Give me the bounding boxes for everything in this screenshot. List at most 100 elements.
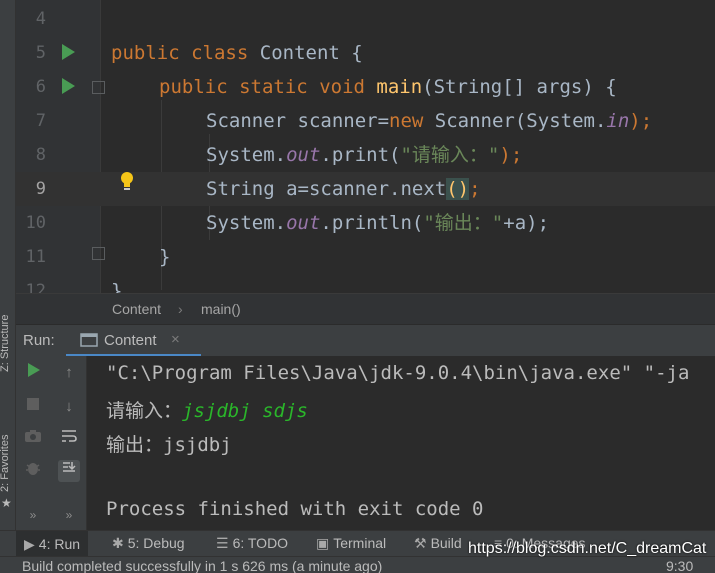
run-panel-label: Run:	[23, 332, 55, 349]
line-number: 5	[35, 43, 46, 63]
code-text: );	[499, 144, 523, 166]
play-icon	[28, 363, 40, 377]
run-tool-label: 4: Run	[38, 536, 81, 552]
keyword: new	[389, 110, 424, 132]
run-class-icon[interactable]	[62, 44, 75, 60]
code-text: ;	[469, 178, 481, 200]
keyword: public	[111, 42, 180, 64]
hammer-icon: ⚒	[414, 535, 427, 551]
line-number: 7	[35, 111, 46, 131]
breadcrumb-separator-icon: ›	[178, 301, 183, 317]
code-text: }	[111, 280, 123, 293]
arrow-up-icon: ↑	[65, 364, 73, 381]
rerun-button[interactable]	[22, 362, 44, 384]
code-text: Scanner scanner=	[206, 110, 390, 132]
code-line-11: 11 }	[16, 240, 715, 274]
bug-icon	[26, 463, 40, 475]
code-text: .print(	[320, 144, 401, 166]
close-icon[interactable]: ×	[171, 331, 180, 348]
keyword: class	[191, 42, 249, 64]
lightbulb-icon[interactable]	[120, 171, 134, 191]
camera-button[interactable]	[22, 428, 44, 450]
run-tab-title: Content	[104, 332, 157, 349]
code-text: System.	[206, 212, 287, 234]
more-actions-button[interactable]: »	[22, 504, 44, 526]
line-number: 9	[35, 179, 46, 199]
code-text: (String[] args) {	[422, 76, 617, 98]
code-text: );	[629, 110, 653, 132]
breadcrumb-method[interactable]: main()	[201, 294, 241, 324]
code-line-10: 10 System.out.println("输出："+a);	[16, 206, 715, 240]
terminal-tool-button[interactable]: ▣ Terminal	[316, 535, 386, 552]
terminal-icon: ▣	[316, 535, 330, 551]
favorites-tool-button[interactable]: 2: Favorites	[0, 435, 11, 492]
todo-tool-button[interactable]: ☰ 6: TODO	[216, 535, 288, 552]
list-icon: ☰	[216, 535, 229, 551]
structure-label: Z: Structure	[0, 314, 11, 372]
up-arrow-button[interactable]: ↑	[58, 362, 80, 384]
run-tool-button[interactable]: ▶ 4: Run	[16, 531, 89, 557]
line-number: 10	[25, 213, 46, 233]
debug-tool-label: 5: Debug	[127, 535, 185, 551]
double-chevron-icon: »	[65, 508, 73, 522]
method-call: next	[400, 178, 447, 200]
console-command-line: "C:\Program Files\Java\jdk-9.0.4\bin\jav…	[106, 362, 690, 384]
wrap-icon	[62, 430, 77, 442]
code-text: {	[339, 42, 363, 64]
console-exit-message: Process finished with exit code 0	[106, 498, 484, 520]
watermark-text: https://blog.csdn.net/C_dreamCat	[468, 540, 707, 557]
fold-icon[interactable]	[92, 81, 105, 94]
todo-tool-label: 6: TODO	[232, 535, 289, 551]
run-main-icon[interactable]	[62, 78, 75, 94]
line-number: 8	[35, 145, 46, 165]
console-output-line: 输出：jsjdbj	[106, 434, 232, 456]
method-name: main	[376, 76, 423, 98]
build-tool-label: Build	[430, 535, 462, 551]
static-field: out	[286, 144, 321, 166]
code-text: }	[159, 246, 171, 268]
keyword: public	[159, 76, 228, 98]
scroll-end-icon	[63, 462, 76, 472]
run-tab-content[interactable]: Content ×	[66, 325, 201, 357]
build-tool-button[interactable]: ⚒ Build	[414, 535, 462, 552]
keyword: void	[319, 76, 365, 98]
code-text: System.	[206, 144, 287, 166]
code-line-12: 12 }	[16, 274, 715, 293]
double-chevron-icon: »	[29, 508, 37, 522]
console-output[interactable]: "C:\Program Files\Java\jdk-9.0.4\bin\jav…	[87, 356, 715, 530]
favorites-label: 2: Favorites	[0, 434, 11, 492]
code-text: +a);	[503, 212, 550, 234]
left-tool-strip: Z: Structure 2: Favorites ★	[0, 0, 16, 556]
fold-icon[interactable]	[92, 247, 105, 260]
camera-icon	[25, 430, 41, 442]
down-arrow-button[interactable]: ↓	[58, 396, 80, 418]
debug-tool-button[interactable]: ✱ 5: Debug	[112, 535, 185, 552]
code-line-7: 7 Scanner scanner=new Scanner(System.in)…	[16, 104, 715, 138]
breadcrumb-class[interactable]: Content	[112, 294, 161, 324]
run-toolbar: ↑ ↓ » »	[16, 356, 87, 530]
keyword: static	[239, 76, 308, 98]
console-icon	[80, 333, 98, 347]
play-icon: ▶	[24, 536, 35, 552]
run-tool-header: Run: Content ×	[16, 324, 715, 357]
status-message: Build completed successfully in 1 s 626 …	[22, 558, 383, 573]
debug-settings-button[interactable]	[22, 460, 44, 482]
code-text: Scanner(System.	[423, 110, 607, 132]
more-actions-button-2[interactable]: »	[58, 504, 80, 526]
breadcrumb: Content › main()	[16, 293, 715, 324]
class-name: Content	[259, 42, 340, 64]
scroll-to-end-button[interactable]	[58, 460, 80, 482]
code-text: String a=scanner.	[206, 178, 401, 200]
star-icon: ★	[1, 496, 12, 510]
line-number: 6	[35, 77, 46, 97]
caret-position[interactable]: 9:30	[666, 558, 693, 573]
console-prompt: 请输入：	[106, 400, 183, 422]
static-field: in	[606, 110, 630, 132]
soft-wrap-button[interactable]	[58, 428, 80, 450]
code-line-4: 4	[16, 2, 715, 36]
structure-tool-button[interactable]: Z: Structure	[0, 315, 11, 372]
code-line-8: 8 System.out.print("请输入：");	[16, 138, 715, 172]
stop-button[interactable]	[22, 396, 44, 418]
code-text: .println(	[320, 212, 424, 234]
code-editor[interactable]: 4 5 public class Content { 6 public stat…	[16, 0, 715, 293]
